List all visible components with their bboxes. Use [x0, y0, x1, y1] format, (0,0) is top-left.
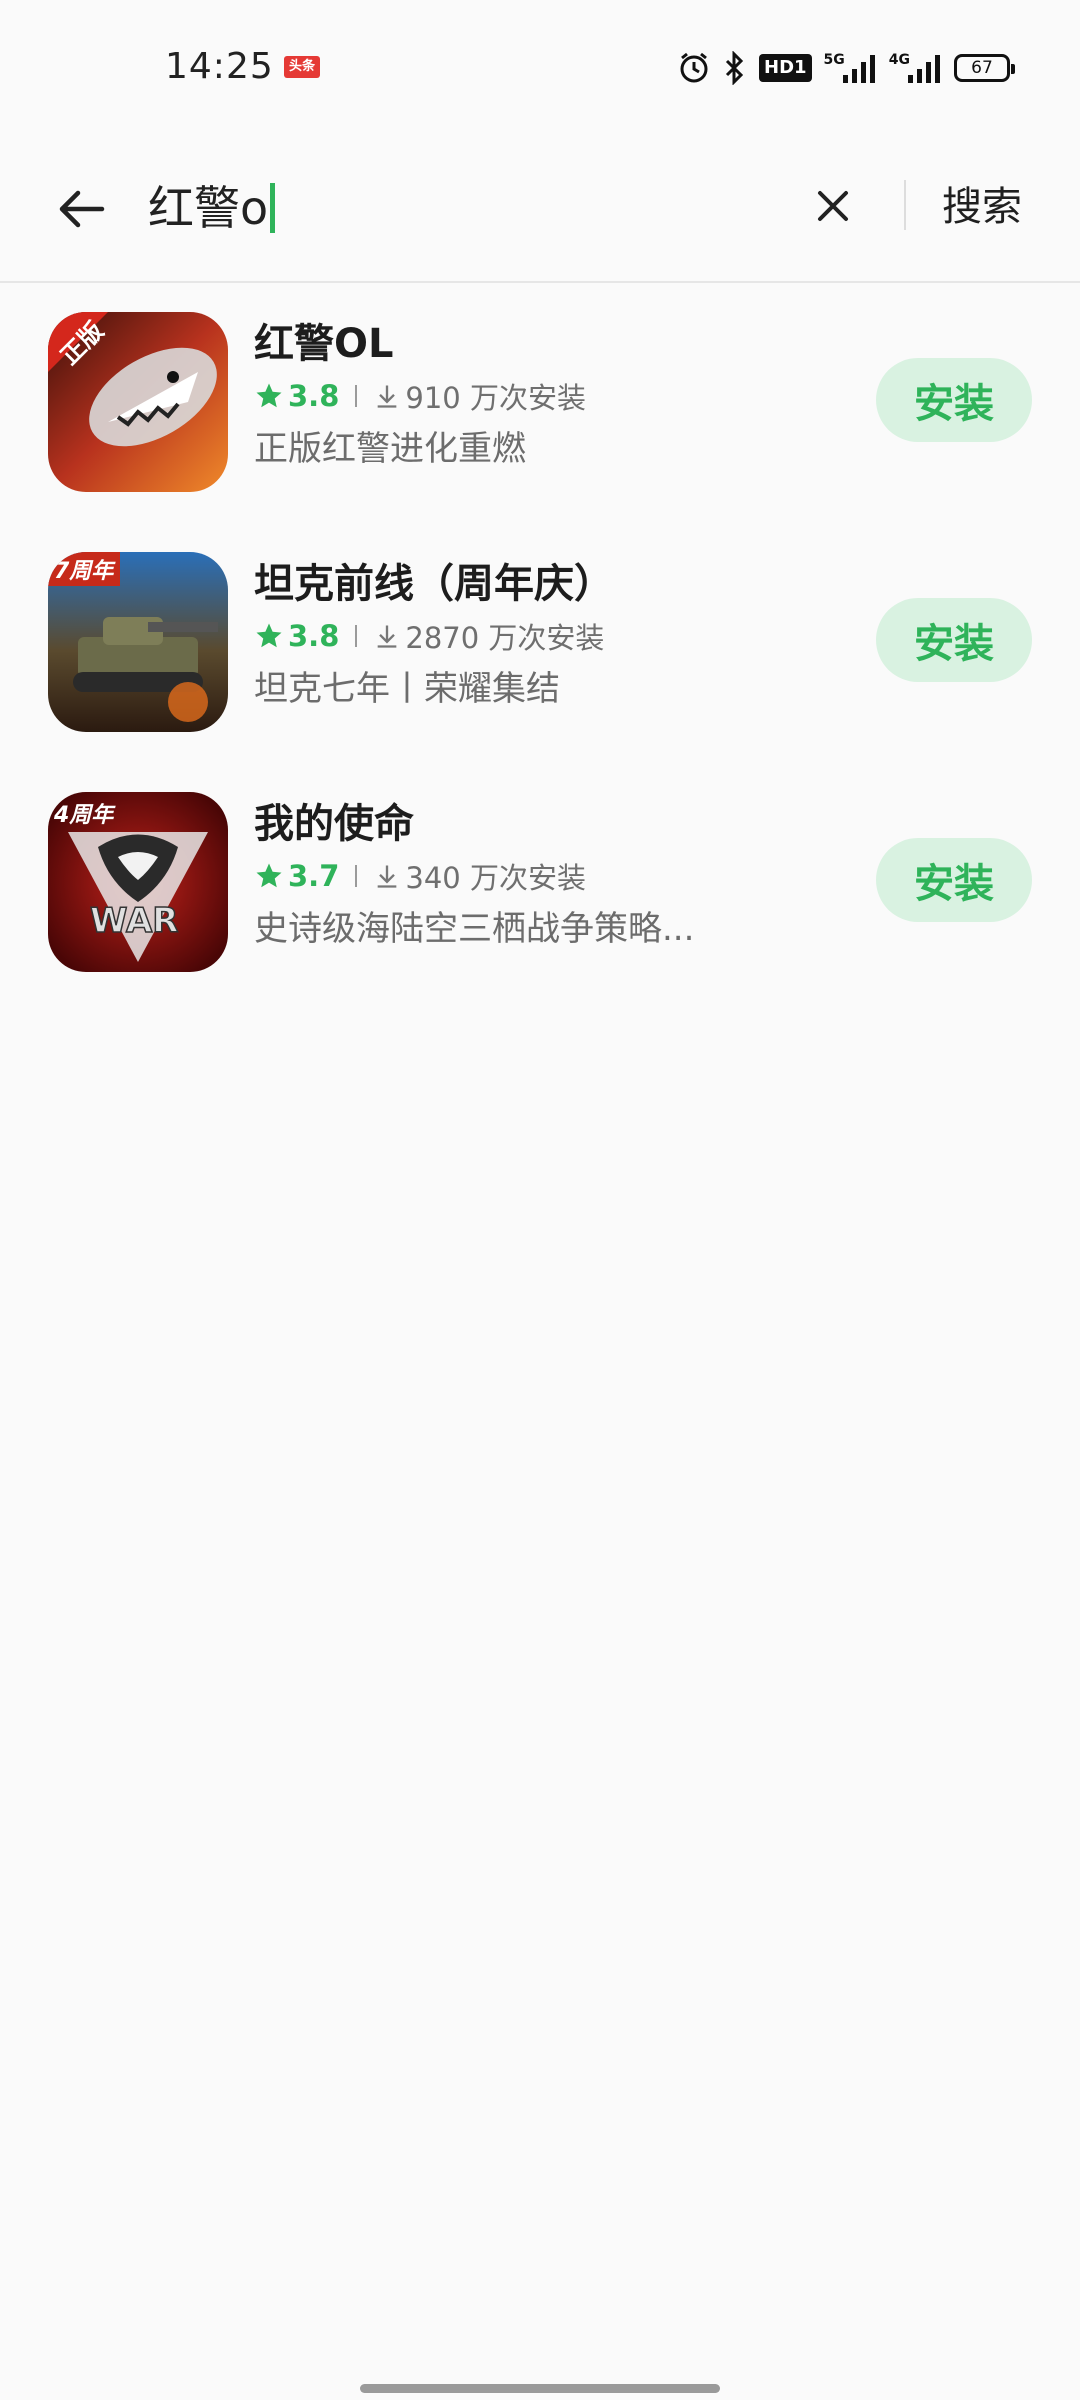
list-item[interactable]: 正版 红警OL 3.8 910 万次安装 正版红警进化重燃 安装 — [0, 300, 1080, 540]
app-icon-tank-frontline[interactable]: 7周年 — [48, 552, 228, 732]
signal-4g-icon: 4G — [889, 48, 942, 88]
download-icon — [378, 385, 397, 408]
status-icons: HD1 5G 4G 67 — [677, 48, 1015, 88]
app-meta: 3.8 2870 万次安装 — [254, 616, 834, 656]
text-caret — [270, 183, 276, 233]
app-icon-text: WAR — [90, 901, 178, 941]
install-button[interactable]: 安装 — [876, 838, 1032, 922]
star-icon — [256, 623, 282, 648]
meta-separator — [355, 625, 358, 647]
app-description: 坦克七年丨荣耀集结 — [254, 669, 560, 709]
status-time: 14:25 — [165, 46, 274, 87]
app-meta: 3.7 340 万次安装 — [254, 856, 834, 896]
meta-separator — [355, 385, 358, 407]
search-query-text: 红警o — [148, 181, 269, 235]
app-rating: 3.8 — [288, 619, 340, 653]
app-rating: 3.7 — [288, 859, 340, 893]
app-name: 红警OL — [254, 321, 394, 367]
battery-icon: 67 — [954, 48, 1015, 88]
app-installs: 340 万次安装 — [405, 861, 586, 895]
app-info: 我的使命 3.7 340 万次安装 史诗级海陆空三栖战争策略... — [254, 796, 834, 954]
news-app-badge: 头条 — [284, 56, 320, 78]
header-divider — [904, 180, 906, 230]
download-icon — [378, 625, 397, 648]
app-icon-badge: 7周年 — [54, 558, 116, 584]
alarm-icon — [677, 48, 711, 88]
hd-voice-icon: HD1 — [759, 48, 812, 88]
app-description: 正版红警进化重燃 — [254, 429, 526, 469]
status-bar: 14:25 头条 HD1 5G 4G 67 — [0, 0, 1080, 135]
app-icon-hongjing[interactable]: 正版 — [48, 312, 228, 492]
search-results-list: 正版 红警OL 3.8 910 万次安装 正版红警进化重燃 安装 7周年 坦克前… — [0, 300, 1080, 1020]
close-icon — [818, 191, 848, 221]
install-button[interactable]: 安装 — [876, 598, 1032, 682]
home-indicator[interactable] — [360, 2384, 720, 2393]
battery-level: 67 — [954, 54, 1015, 82]
list-item[interactable]: WAR 4周年 我的使命 3.7 340 万次安装 史诗级海陆空三栖战争策略..… — [0, 780, 1080, 1020]
download-icon — [378, 865, 397, 888]
app-name: 我的使命 — [254, 801, 414, 847]
app-store-search-screen: 14:25 头条 HD1 5G 4G 67 红警o 搜索 正版 红警OL 3.8… — [0, 0, 1080, 2400]
clear-search-button[interactable] — [808, 181, 858, 231]
app-description: 史诗级海陆空三栖战争策略... — [254, 909, 695, 949]
list-item[interactable]: 7周年 坦克前线（周年庆） 3.8 2870 万次安装 坦克七年丨荣耀集结 安装 — [0, 540, 1080, 780]
arrow-left-icon — [59, 190, 105, 228]
star-icon — [256, 383, 282, 408]
app-installs: 910 万次安装 — [405, 381, 586, 415]
app-rating: 3.8 — [288, 379, 340, 413]
app-info: 坦克前线（周年庆） 3.8 2870 万次安装 坦克七年丨荣耀集结 — [254, 556, 834, 714]
back-button[interactable] — [52, 179, 112, 239]
meta-separator — [355, 865, 358, 887]
search-input[interactable]: 红警o — [148, 173, 276, 243]
star-icon — [256, 863, 282, 888]
install-button[interactable]: 安装 — [876, 358, 1032, 442]
signal-5g-icon: 5G — [824, 48, 877, 88]
search-button[interactable]: 搜索 — [942, 177, 1022, 237]
app-icon-my-mission[interactable]: WAR 4周年 — [48, 792, 228, 972]
bluetooth-icon — [723, 48, 747, 88]
app-info: 红警OL 3.8 910 万次安装 正版红警进化重燃 — [254, 316, 834, 474]
app-meta: 3.8 910 万次安装 — [254, 376, 834, 416]
app-icon-badge: 4周年 — [53, 802, 116, 828]
search-header: 红警o 搜索 — [0, 135, 1080, 283]
app-name: 坦克前线（周年庆） — [254, 561, 614, 607]
app-installs: 2870 万次安装 — [405, 621, 605, 655]
